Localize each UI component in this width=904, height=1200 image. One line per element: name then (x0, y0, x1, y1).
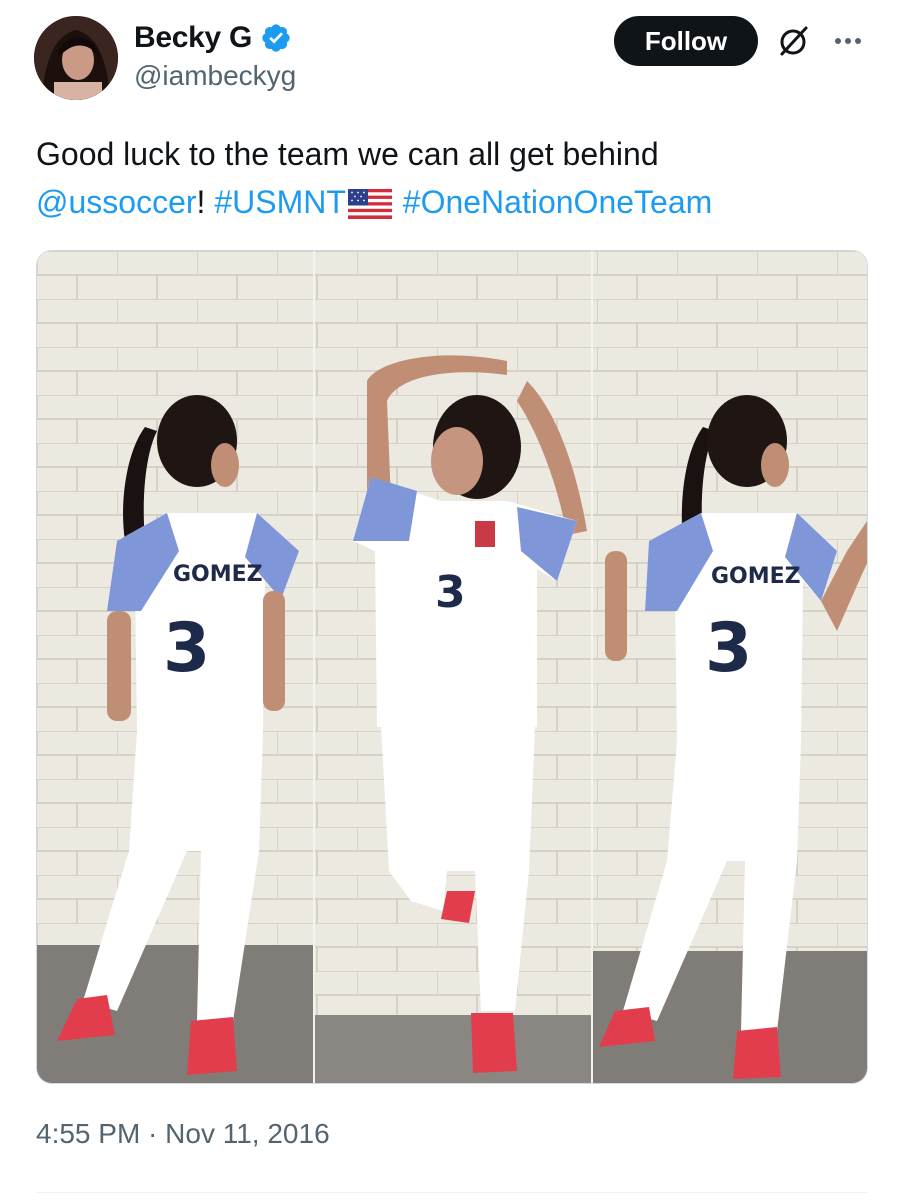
jersey-name-3: GOMEZ (711, 564, 801, 589)
photo-panel-2: 3 (315, 251, 591, 1083)
author-handle[interactable]: @iambeckyg (134, 60, 296, 92)
jersey-number-1: 3 (163, 609, 210, 688)
us-flag-icon (347, 184, 392, 232)
tweet-text: Good luck to the team we can all get beh… (36, 130, 876, 232)
photo-panel-1: GOMEZ 3 (37, 251, 313, 1083)
tweet-timestamp[interactable]: 4:55 PM · Nov 11, 2016 (36, 1118, 330, 1150)
tweet-photo[interactable]: GOMEZ 3 3 GOMEZ 3 (36, 250, 868, 1084)
hashtag-usmnt[interactable]: #USMNT (214, 184, 346, 220)
photo-panel-3: GOMEZ 3 (593, 251, 867, 1083)
divider (36, 1192, 868, 1193)
avatar[interactable] (34, 16, 118, 100)
verified-badge-icon[interactable] (260, 22, 292, 54)
punctuation: ! (196, 184, 206, 220)
more-dots-icon[interactable] (830, 26, 866, 56)
jersey-name-1: GOMEZ (173, 562, 263, 587)
mention-link[interactable]: @ussoccer (36, 184, 197, 220)
display-name[interactable]: Becky G (134, 21, 252, 55)
tweet-text-line: Good luck to the team we can all get beh… (36, 136, 659, 172)
jersey-number-2: 3 (435, 567, 466, 618)
hashtag-onenationoneteam[interactable]: #OneNationOneTeam (403, 184, 713, 220)
slashed-circle-icon[interactable] (774, 22, 812, 60)
follow-button[interactable]: Follow (614, 16, 758, 66)
jersey-number-3: 3 (705, 609, 752, 688)
author-name-row[interactable]: Becky G (134, 18, 292, 58)
